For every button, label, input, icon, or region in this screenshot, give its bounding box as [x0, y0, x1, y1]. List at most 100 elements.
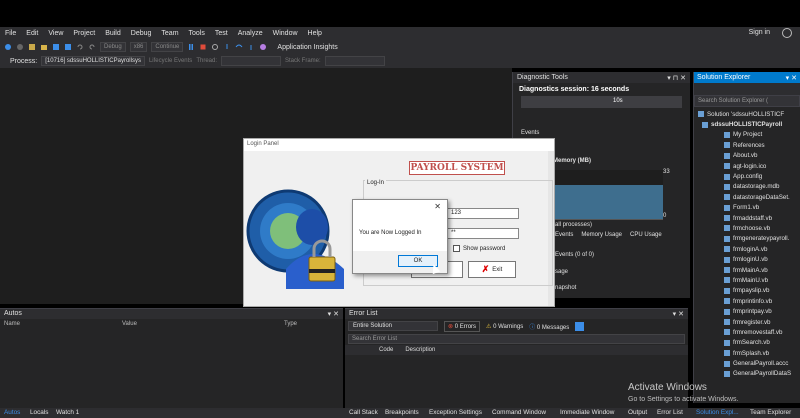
solution-tree-item[interactable]: datastorage.mdb [694, 182, 800, 192]
menu-item-team[interactable]: Team [156, 30, 183, 37]
solution-tree-item[interactable]: frmMainU.vb [694, 275, 800, 285]
take-snapshot-button[interactable]: napshot [555, 285, 576, 291]
bottom-tab[interactable]: Team Explorer [750, 409, 791, 416]
username-field[interactable]: 123 [447, 208, 519, 219]
menu-item-edit[interactable]: Edit [21, 30, 43, 37]
solution-tree-item-label: My Project [733, 131, 763, 139]
stop-icon[interactable] [199, 43, 207, 51]
close-icon[interactable]: ✕ [434, 202, 441, 211]
solution-tree-item[interactable]: agt-login.ico [694, 161, 800, 171]
solution-tree-item[interactable]: sdssuHOLLISTICPayroll [694, 119, 800, 129]
restart-icon[interactable] [211, 43, 219, 51]
menu-item-file[interactable]: File [0, 30, 21, 37]
solution-tree-item[interactable]: frmSearch.vb [694, 338, 800, 348]
menu-item-tools[interactable]: Tools [184, 30, 210, 37]
solution-tree-item[interactable]: frmprintpay.vb [694, 306, 800, 316]
bottom-tab[interactable]: Output [628, 409, 647, 416]
solution-tree-item[interactable]: My Project [694, 130, 800, 140]
bottom-tab[interactable]: Exception Settings [429, 409, 482, 416]
scope-dropdown[interactable]: Entire Solution [348, 321, 438, 331]
step-into-icon[interactable] [223, 43, 231, 51]
menu-item-debug[interactable]: Debug [126, 30, 157, 37]
solution-tree-item[interactable]: Solution 'sdssuHOLLISTICF [694, 109, 800, 119]
bottom-tab[interactable]: Solution Expl... [696, 409, 739, 416]
bottom-tab[interactable]: Call Stack [349, 409, 378, 416]
password-field[interactable]: ** [447, 228, 519, 239]
solution-tree-item[interactable]: frmpayslip.vb [694, 286, 800, 296]
account-icon[interactable] [782, 28, 792, 38]
bottom-tab[interactable]: Command Window [492, 409, 546, 416]
lifecycle-events-dropdown[interactable]: Lifecycle Events [149, 58, 192, 64]
open-icon[interactable] [40, 43, 48, 51]
solution-tree-item[interactable]: GeneralPayroll.accc [694, 358, 800, 368]
process-dropdown[interactable]: [10716] sdssuHOLLISTICPayrollsys [41, 56, 145, 66]
new-project-icon[interactable] [28, 43, 36, 51]
error-list-search-input[interactable]: Search Error List [348, 334, 685, 344]
solution-search-input[interactable]: Search Solution Explorer ( [694, 95, 800, 107]
solution-tree-item[interactable]: App.config [694, 171, 800, 181]
bottom-tab[interactable]: Immediate Window [560, 409, 614, 416]
application-insights-button[interactable]: Application Insights [277, 44, 337, 51]
save-icon[interactable] [52, 43, 60, 51]
save-all-icon[interactable] [64, 43, 72, 51]
step-out-icon[interactable] [247, 43, 255, 51]
exit-button[interactable]: ✗ Exit [468, 261, 516, 278]
solution-config-dropdown[interactable]: Debug [100, 42, 126, 52]
errors-filter-button[interactable]: ⊗ 0 Errors [444, 320, 481, 332]
solution-tree-item[interactable]: frmaddstaff.vb [694, 213, 800, 223]
undo-icon[interactable] [76, 43, 84, 51]
menu-item-project[interactable]: Project [68, 30, 100, 37]
sign-in-link[interactable]: Sign in [749, 29, 770, 36]
solution-tree-item[interactable]: GeneralPayrollDataS [694, 369, 800, 379]
pin-icon[interactable]: ▾ ✕ [786, 74, 797, 82]
solution-tree-item[interactable]: frmprintinfo.vb [694, 296, 800, 306]
bottom-tab[interactable]: Breakpoints [385, 409, 419, 416]
solution-tree-item-label: datastorageDataSet. [733, 193, 790, 201]
tab-events[interactable]: Events [555, 232, 573, 242]
solution-tree-item[interactable]: frmgenerateypayroll. [694, 234, 800, 244]
solution-tree-item[interactable]: Form1.vb [694, 203, 800, 213]
solution-tree-item[interactable]: frmregister.vb [694, 317, 800, 327]
thread-dropdown[interactable] [221, 56, 281, 66]
messages-filter-button[interactable]: ⓘ 0 Messages [529, 322, 569, 331]
menu-item-window[interactable]: Window [268, 30, 303, 37]
menu-item-build[interactable]: Build [100, 30, 126, 37]
solution-tree-item[interactable]: frmloginA.vb [694, 244, 800, 254]
build-intellisense-icon[interactable] [575, 321, 585, 331]
pin-icon[interactable]: ▾ ✕ [673, 310, 684, 318]
menu-item-test[interactable]: Test [210, 30, 233, 37]
continue-button[interactable]: Continue [151, 42, 184, 52]
solution-tree-item[interactable]: frmchoose.vb [694, 223, 800, 233]
checkbox-box[interactable] [453, 245, 460, 252]
bottom-tab[interactable]: Autos [4, 409, 20, 416]
pin-icon[interactable]: ▾ ✕ [328, 310, 339, 318]
solution-tree-item[interactable]: frmSplash.vb [694, 348, 800, 358]
warnings-filter-button[interactable]: ⚠ 0 Warnings [486, 323, 523, 330]
pause-icon[interactable] [187, 43, 195, 51]
bottom-tab[interactable]: Watch 1 [56, 409, 79, 416]
tab-cpu-usage[interactable]: CPU Usage [630, 232, 662, 242]
bottom-tab[interactable]: Error List [657, 409, 683, 416]
menu-item-view[interactable]: View [43, 30, 68, 37]
show-password-checkbox[interactable]: Show password [453, 245, 505, 252]
session-timeline[interactable]: 10s [521, 96, 682, 108]
tab-memory-usage[interactable]: Memory Usage [581, 232, 622, 242]
close-icon[interactable]: ▾ ⊓ ✕ [667, 74, 686, 82]
solution-tree-item[interactable]: References [694, 140, 800, 150]
solution-tree-item[interactable]: frmMainA.vb [694, 265, 800, 275]
solution-tree-item[interactable]: frmremovestaff.vb [694, 327, 800, 337]
menu-item-help[interactable]: Help [303, 30, 327, 37]
back-icon[interactable] [4, 43, 12, 51]
solution-tree-item[interactable]: frmloginU.vb [694, 254, 800, 264]
forward-icon[interactable] [16, 43, 24, 51]
menu-item-analyze[interactable]: Analyze [233, 30, 268, 37]
solution-tree-item-label: Form1.vb [733, 204, 760, 212]
file-icon [724, 267, 730, 274]
bottom-tab[interactable]: Locals [30, 409, 48, 416]
platform-dropdown[interactable]: x86 [129, 42, 148, 52]
solution-tree-item[interactable]: About.vb [694, 151, 800, 161]
redo-icon[interactable] [88, 43, 96, 51]
step-over-icon[interactable] [235, 43, 243, 51]
solution-tree-item[interactable]: datastorageDataSet. [694, 192, 800, 202]
stack-frame-dropdown[interactable] [324, 56, 385, 66]
